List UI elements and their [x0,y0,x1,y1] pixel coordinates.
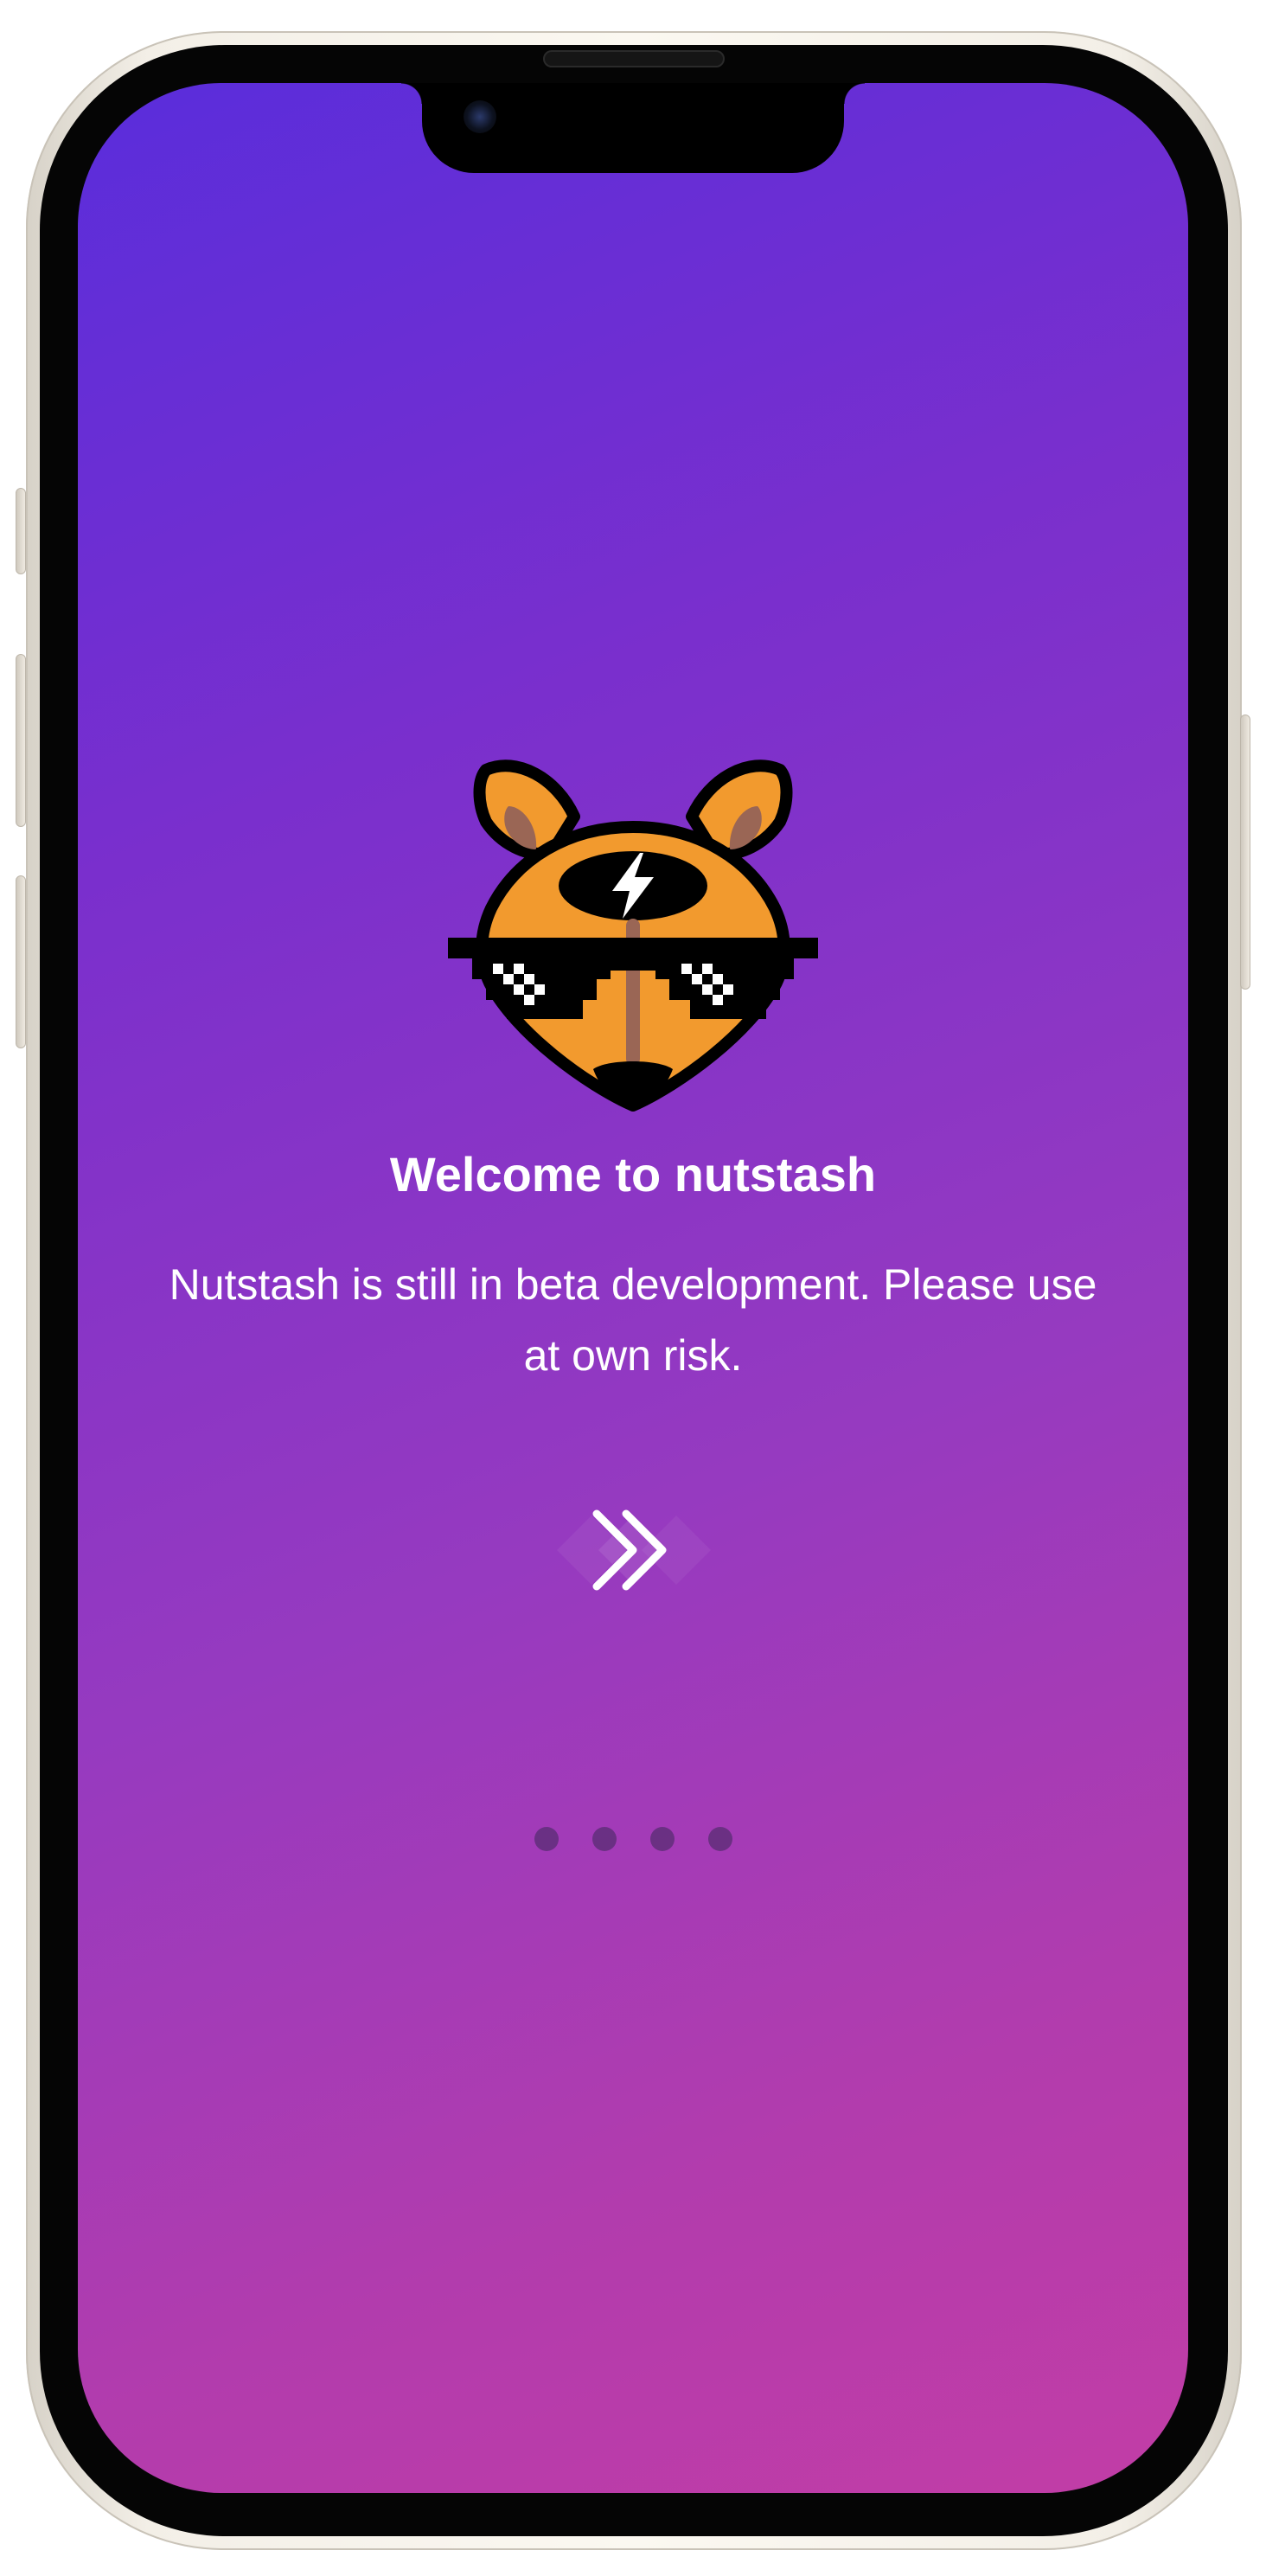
page-dot[interactable] [534,1827,559,1851]
page-dot[interactable] [707,1827,732,1851]
power-button [1240,714,1250,990]
squirrel-with-sunglasses-logo [448,759,818,1112]
next-button[interactable] [547,1464,719,1637]
silent-switch [16,488,26,574]
earpiece-speaker [543,50,725,67]
page-indicator [0,1827,1266,1855]
volume-down-button [16,875,26,1048]
page-dot[interactable] [649,1827,675,1851]
front-camera [464,100,496,133]
chevron-double-right-icon [557,1509,711,1591]
page-dot[interactable] [591,1827,617,1851]
beta-warning-text: Nutstash is still in beta development. P… [169,1260,1097,1380]
volume-up-button [16,654,26,827]
welcome-title: Welcome to nutstash [389,1147,877,1201]
